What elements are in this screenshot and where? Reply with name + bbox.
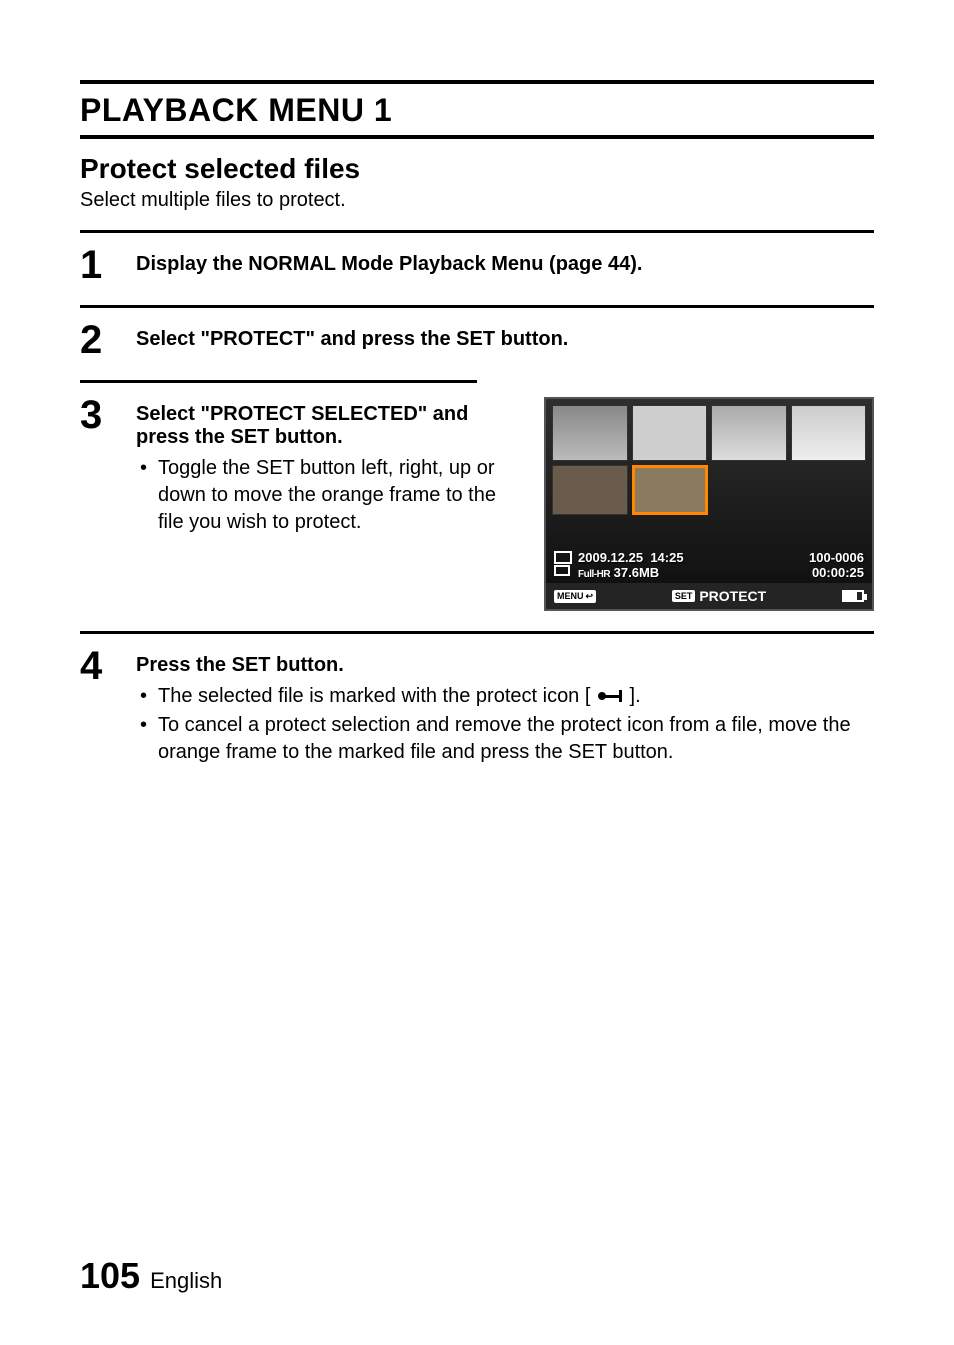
step3: 3 Select "PROTECT SELECTED" and press th… — [80, 391, 874, 617]
page-container: PLAYBACK MENU 1 Protect selected files S… — [0, 0, 954, 1345]
step4-bullets: The selected file is marked with the pro… — [136, 683, 874, 766]
step2-body: Select "PROTECT" and press the SET butto… — [136, 320, 874, 360]
step3-bullet1: Toggle the SET button left, right, up or… — [136, 455, 524, 536]
info-duration: 00:00:25 — [809, 566, 864, 581]
page-language: English — [150, 1268, 222, 1294]
battery-icon — [842, 590, 864, 602]
step1: 1 Display the NORMAL Mode Playback Menu … — [80, 241, 874, 291]
info-text-left: 2009.12.25 14:25 Full-HR 37.6MB — [578, 551, 684, 581]
step4-number: 4 — [80, 646, 114, 768]
step1-number: 1 — [80, 245, 114, 285]
screenshot-bottom-bar: MENU↩ SET PROTECT — [546, 583, 872, 609]
step3-text: Select "PROTECT SELECTED" and press the … — [136, 403, 468, 448]
step1-body: Display the NORMAL Mode Playback Menu (p… — [136, 245, 874, 285]
screenshot-info-overlay: 2009.12.25 14:25 Full-HR 37.6MB 100-0006… — [554, 551, 864, 581]
info-fileno: 100-0006 — [809, 551, 864, 566]
step4-separator — [80, 631, 874, 634]
page-footer: 105 English — [80, 1255, 874, 1305]
info-mode: Full-HR — [578, 569, 610, 580]
step1-text: Display the NORMAL Mode Playback Menu (p… — [136, 253, 642, 275]
title-underline-thick — [80, 135, 874, 139]
step4-bullet1-post: ]. — [630, 685, 641, 707]
step4-body: Press the SET button. The selected file … — [136, 646, 874, 768]
step4-bullet1-pre: The selected file is marked with the pro… — [158, 685, 590, 707]
step3-text-column: Select "PROTECT SELECTED" and press the … — [136, 403, 524, 611]
thumbnail — [791, 405, 867, 461]
thumbnail — [632, 405, 708, 461]
step3-body: Select "PROTECT SELECTED" and press the … — [136, 395, 874, 611]
thumbnail-row2 — [546, 461, 872, 515]
step2-separator — [80, 305, 874, 308]
set-badge: SET — [672, 590, 696, 602]
thumbnail — [552, 405, 628, 461]
thumbnail — [711, 405, 787, 461]
step2-number: 2 — [80, 320, 114, 360]
thumbnail-selected — [632, 465, 708, 515]
protect-label: PROTECT — [699, 588, 766, 604]
step4-text: Press the SET button. — [136, 654, 344, 676]
page-title: PLAYBACK MENU 1 — [80, 86, 874, 135]
step2-text: Select "PROTECT" and press the SET butto… — [136, 328, 568, 350]
step3-separator — [80, 380, 477, 383]
info-time: 14:25 — [650, 550, 683, 565]
protect-icon — [598, 690, 622, 704]
info-date: 2009.12.25 — [578, 550, 643, 565]
step2: 2 Select "PROTECT" and press the SET but… — [80, 316, 874, 366]
mode-icons — [554, 551, 572, 576]
step3-bullets: Toggle the SET button left, right, up or… — [136, 455, 524, 536]
page-number: 105 — [80, 1255, 140, 1297]
step4: 4 Press the SET button. The selected fil… — [80, 642, 874, 774]
protect-action-group: SET PROTECT — [672, 588, 766, 604]
return-icon: ↩ — [586, 591, 594, 602]
step4-bullet2: To cancel a protect selection and remove… — [136, 712, 874, 766]
section-description: Select multiple files to protect. — [80, 189, 874, 212]
camera-screenshot: 2009.12.25 14:25 Full-HR 37.6MB 100-0006… — [544, 397, 874, 611]
step3-number: 3 — [80, 395, 114, 611]
thumbnail — [552, 465, 628, 515]
section-heading: Protect selected files — [80, 153, 874, 185]
content-area: PLAYBACK MENU 1 Protect selected files S… — [80, 80, 874, 1255]
info-text-right: 100-0006 00:00:25 — [809, 551, 864, 581]
menu-back-badge: MENU↩ — [554, 590, 596, 603]
thumbnail-grid — [546, 399, 872, 461]
step4-bullet1: The selected file is marked with the pro… — [136, 683, 874, 710]
info-size: 37.6MB — [614, 565, 660, 580]
menu-label: MENU — [557, 591, 584, 601]
info-left: 2009.12.25 14:25 Full-HR 37.6MB — [554, 551, 684, 581]
top-rule-thick — [80, 80, 874, 84]
step1-separator — [80, 230, 874, 233]
video-mode-icon — [554, 551, 572, 564]
photo-mode-icon — [554, 565, 570, 576]
